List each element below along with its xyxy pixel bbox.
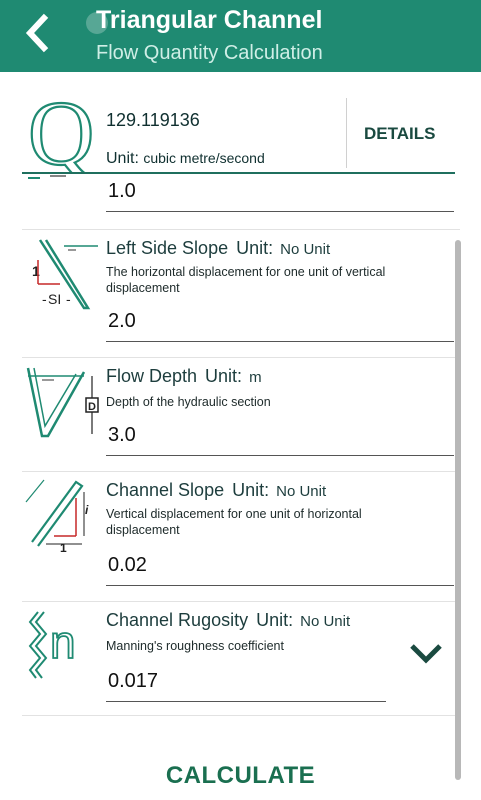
field-unit-label: Unit:: [205, 366, 243, 386]
flow-depth-icon: D: [26, 367, 99, 438]
row-divider: [22, 715, 460, 716]
svg-text:SI: SI: [48, 291, 61, 307]
result-value: 129.119136: [106, 110, 200, 130]
svg-text:Q: Q: [28, 94, 94, 174]
side-slope-icon: 1 - SI -: [32, 239, 98, 310]
channel-slope-icon: i 1: [25, 479, 89, 554]
field-input-channel-slope[interactable]: 0.02: [106, 554, 454, 586]
result-underline: [22, 172, 455, 174]
field-title: Left Side Slope: [106, 238, 229, 258]
result-unit-value: cubic metre/second: [143, 150, 265, 166]
field-row-channel-slope: i 1 Channel Slope Unit: No Unit Vertical …: [22, 472, 460, 602]
calculate-button[interactable]: CALCULATE: [0, 762, 481, 790]
result-card: Q 129.119136 Unit: cubic metre/second DE…: [22, 94, 454, 174]
svg-text:-: -: [66, 291, 71, 307]
chevron-left-icon[interactable]: [20, 12, 56, 54]
rugosity-icon: n: [28, 611, 76, 679]
field-unit-value: No Unit: [300, 613, 351, 630]
field-title: Flow Depth: [106, 366, 198, 386]
field-description: Vertical displacement for one unit of ho…: [106, 507, 362, 537]
page-subtitle: Flow Quantity Calculation: [96, 42, 323, 64]
svg-text:-: -: [42, 291, 47, 307]
field-row-channel-rugosity: n Channel Rugosity Unit: No Unit Manning'…: [22, 602, 460, 716]
field-description: Manning's roughness coefficient: [106, 639, 284, 653]
field-label-channel-rugosity: Channel Rugosity Unit: No Unit: [106, 610, 350, 631]
field-unit-value: No Unit: [280, 241, 331, 258]
page-title: Triangular Channel: [96, 6, 323, 34]
scrollbar[interactable]: [455, 240, 461, 780]
field-label-flow-depth: Flow Depth Unit: m: [106, 366, 262, 387]
field-input-channel-rugosity[interactable]: 0.017: [106, 670, 386, 702]
field-unit-label: Unit:: [256, 610, 294, 630]
result-separator: [346, 98, 347, 168]
field-row-partial: 1.0: [22, 175, 460, 230]
svg-text:1: 1: [60, 541, 67, 554]
field-label-left-side-slope: Left Side Slope Unit: No Unit: [106, 238, 330, 259]
details-button[interactable]: DETAILS: [364, 124, 435, 144]
field-title: Channel Slope: [106, 480, 225, 500]
field-input-0[interactable]: 1.0: [106, 180, 454, 212]
field-unit-label: Unit:: [232, 480, 270, 500]
result-unit-label: Unit:: [106, 150, 139, 167]
partial-field-icon: [28, 175, 66, 179]
field-unit-value: m: [249, 369, 262, 386]
field-description: Depth of the hydraulic section: [106, 395, 271, 409]
field-input-flow-depth[interactable]: 3.0: [106, 424, 454, 456]
chevron-down-icon[interactable]: [406, 640, 446, 668]
field-input-left-side-slope[interactable]: 2.0: [106, 310, 454, 342]
svg-text:D: D: [88, 401, 96, 413]
field-title: Channel Rugosity: [106, 610, 249, 630]
svg-text:n: n: [50, 616, 76, 668]
field-row-left-side-slope: 1 - SI - Left Side Slope Unit: No Unit Th…: [22, 230, 460, 358]
result-unit: Unit: cubic metre/second: [106, 150, 265, 168]
field-unit-label: Unit:: [236, 238, 274, 258]
svg-text:i: i: [85, 503, 89, 517]
app-bar: Triangular Channel Flow Quantity Calcula…: [0, 0, 481, 72]
field-row-flow-depth: D Flow Depth Unit: m Depth of the hydraul…: [22, 358, 460, 472]
field-label-channel-slope: Channel Slope Unit: No Unit: [106, 480, 326, 501]
field-description: The horizontal displacement for one unit…: [106, 265, 386, 295]
svg-text:1: 1: [32, 263, 40, 279]
field-unit-value: No Unit: [276, 483, 327, 500]
flow-quantity-q-icon: Q: [27, 94, 96, 174]
